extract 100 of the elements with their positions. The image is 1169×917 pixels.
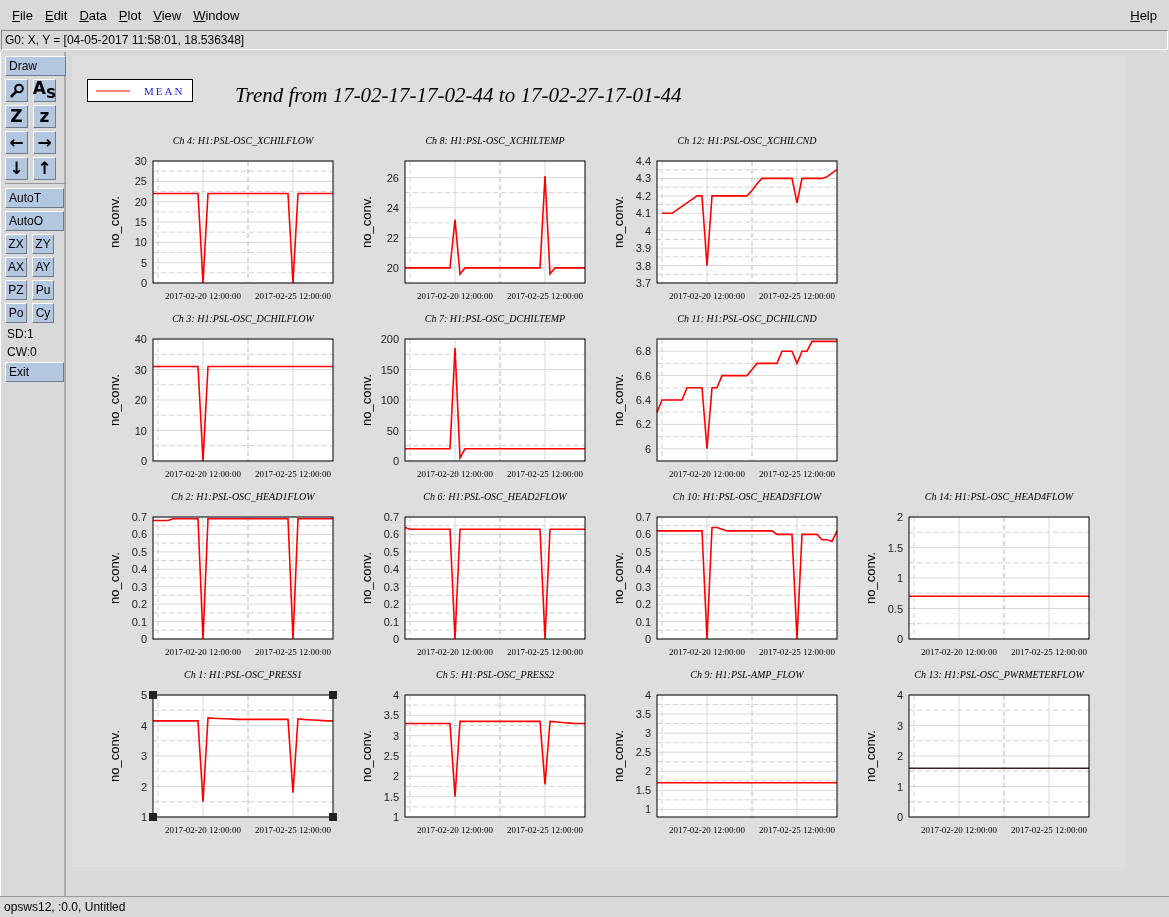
- y-tick-label: 6.2: [635, 418, 651, 431]
- y-tick-label: 20: [134, 394, 147, 406]
- chart-title: Ch 2: H1:PSL-OSC_HEAD1FLOW: [171, 491, 315, 502]
- y-tick-label: 2: [392, 770, 399, 783]
- y-tick-label: 0.1: [131, 615, 147, 628]
- selection-handles[interactable]: [149, 691, 337, 821]
- y-tick-label: 150: [380, 363, 399, 376]
- y-tick-label: 3.7: [635, 277, 651, 289]
- chart-title: Ch 1: H1:PSL-OSC_PRESS1: [184, 669, 302, 680]
- status-bar: opsws12, :0.0, Untitled: [0, 896, 1169, 917]
- y-axis-label: no_conv.: [359, 196, 374, 248]
- chart-title: Ch 6: H1:PSL-OSC_HEAD2FLOW: [423, 491, 567, 502]
- y-tick-label: 24: [386, 201, 399, 214]
- y-tick-label: 0: [896, 633, 903, 645]
- y-tick-label: 1: [896, 572, 903, 584]
- toolbar-button[interactable]: ↑: [33, 157, 56, 180]
- y-tick-label: 3.5: [383, 709, 399, 722]
- y-tick-label: 3.8: [635, 259, 651, 272]
- y-tick-label: 0: [140, 455, 147, 467]
- x-tick-label: 2017-02-25 12:00:00: [1010, 647, 1088, 657]
- y-axis-label: no_conv.: [611, 196, 626, 248]
- x-tick-label: 2017-02-25 12:00:00: [758, 647, 836, 657]
- y-tick-label: 22: [386, 231, 399, 244]
- y-tick-label: 0.6: [635, 528, 651, 541]
- y-tick-label: 10: [134, 236, 147, 249]
- help-menu[interactable]: Help: [1124, 7, 1163, 23]
- magnifier-icon: [8, 82, 25, 99]
- x-tick-label: 2017-02-25 12:00:00: [506, 647, 584, 657]
- y-tick-label: 3: [896, 719, 903, 732]
- y-tick-label: 30: [134, 155, 147, 167]
- y-tick-label: 0: [644, 633, 651, 645]
- menu-item[interactable]: Edit: [38, 7, 74, 23]
- chart-title: Ch 8: H1:PSL-OSC_XCHILTEMP: [425, 135, 565, 146]
- chart-title: Ch 11: H1:PSL-OSC_DCHILCND: [677, 313, 817, 324]
- y-tick-label: 0: [392, 633, 399, 645]
- y-tick-label: 4.1: [635, 207, 651, 220]
- y-tick-label: 1: [392, 811, 399, 823]
- toolbar-button[interactable]: PZ: [5, 280, 27, 300]
- legend-line-icon: [96, 88, 130, 93]
- y-axis-label: no_conv.: [611, 374, 626, 426]
- y-tick-label: 6.6: [635, 369, 651, 382]
- x-tick-label: 2017-02-20 12:00:00: [668, 469, 746, 479]
- x-tick-label: 2017-02-20 12:00:00: [416, 647, 494, 657]
- toolbar-button[interactable]: ↓: [5, 157, 28, 180]
- y-tick-label: 0.4: [131, 563, 147, 576]
- toolbar-button[interactable]: AY: [32, 257, 54, 277]
- toolbar-button[interactable]: A$_{S}$: [33, 79, 56, 102]
- y-tick-label: 40: [134, 333, 147, 345]
- y-axis-label: no_conv.: [107, 552, 122, 604]
- toolbar-button[interactable]: AutoT: [5, 188, 64, 208]
- menu-item[interactable]: Plot: [112, 7, 148, 23]
- chart-title: Ch 12: H1:PSL-OSC_XCHILCND: [677, 135, 817, 146]
- y-tick-label: 4.2: [635, 189, 651, 202]
- toolbar-button[interactable]: Cy: [32, 303, 54, 323]
- x-tick-label: 2017-02-20 12:00:00: [164, 647, 242, 657]
- y-tick-label: 1.5: [635, 784, 651, 797]
- y-tick-label: 0.6: [131, 528, 147, 541]
- toolbar-button[interactable]: z: [33, 105, 56, 128]
- y-tick-label: 100: [380, 394, 399, 406]
- menu-item[interactable]: File: [6, 7, 39, 23]
- y-tick-label: 2: [140, 780, 147, 793]
- y-tick-label: 0.2: [635, 598, 651, 611]
- y-tick-label: 4: [140, 719, 147, 732]
- toolbar-button[interactable]: Pu: [32, 280, 54, 300]
- x-tick-label: 2017-02-20 12:00:00: [668, 647, 746, 657]
- x-tick-label: 2017-02-25 12:00:00: [1010, 825, 1088, 835]
- toolbar-button[interactable]: Po: [5, 303, 27, 323]
- y-tick-label: 0.4: [635, 563, 651, 576]
- y-tick-label: 4: [896, 689, 903, 701]
- toolbar-button[interactable]: →: [33, 131, 56, 154]
- chart-title: Ch 5: H1:PSL-OSC_PRESS2: [436, 669, 554, 680]
- y-tick-label: 0.3: [131, 580, 147, 593]
- y-tick-label: 3.5: [635, 708, 651, 721]
- toolbar-button[interactable]: Draw: [5, 56, 66, 76]
- y-tick-label: 2.5: [383, 750, 399, 762]
- chart-title: Ch 9: H1:PSL-AMP_FLOW: [690, 669, 804, 680]
- menu-item[interactable]: Data: [73, 7, 113, 23]
- toolbar-button[interactable]: Exit: [5, 362, 64, 382]
- y-tick-label: 4.4: [635, 155, 651, 167]
- toolbar-button[interactable]: ZY: [32, 234, 54, 254]
- y-tick-label: 0.2: [131, 598, 147, 611]
- y-tick-label: 0: [140, 633, 147, 645]
- menu-item[interactable]: Window: [187, 7, 246, 23]
- menu-item[interactable]: View: [147, 7, 188, 23]
- y-tick-label: 26: [386, 171, 399, 184]
- y-tick-label: 0.5: [635, 545, 651, 558]
- y-tick-label: 1: [896, 780, 903, 793]
- y-tick-label: 6: [644, 442, 651, 455]
- toolbar-button[interactable]: ZX: [5, 234, 27, 254]
- toolbar-button[interactable]: ←: [5, 131, 28, 154]
- zoom-button[interactable]: [5, 79, 28, 102]
- toolbar-button[interactable]: AX: [5, 257, 27, 277]
- toolbar-button[interactable]: AutoO: [5, 211, 64, 231]
- x-tick-label: 2017-02-20 12:00:00: [416, 825, 494, 835]
- x-tick-label: 2017-02-25 12:00:00: [254, 291, 332, 301]
- y-tick-label: 0: [140, 277, 147, 289]
- y-axis-label: no_conv.: [359, 730, 374, 782]
- x-tick-label: 2017-02-25 12:00:00: [254, 825, 332, 835]
- y-axis-label: no_conv.: [107, 374, 122, 426]
- toolbar-button[interactable]: Z: [5, 105, 28, 128]
